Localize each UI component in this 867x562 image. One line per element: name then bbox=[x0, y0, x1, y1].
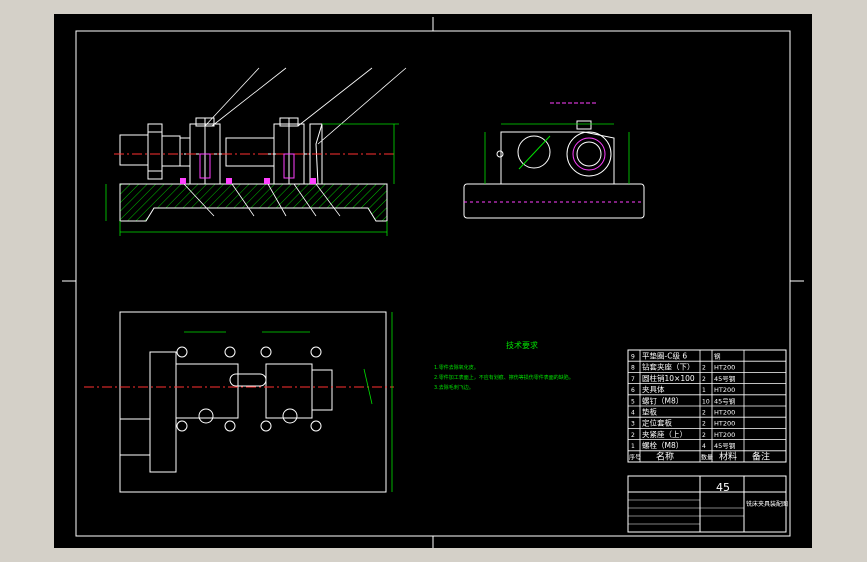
title-block: 45 铣床夹具装配图 bbox=[627, 475, 788, 533]
bom-row-qty: 2 bbox=[702, 376, 706, 383]
bom-row-qty: 2 bbox=[702, 365, 706, 372]
bom-row-material: 45号钢 bbox=[714, 397, 736, 405]
bom-row-name: 螺栓（M8） bbox=[642, 440, 683, 450]
bom-row-qty: 1 bbox=[702, 387, 706, 394]
tech-req-item: 2.零件加工表面上，不应有划痕、擦伤等损伤零件表面的缺陷。 bbox=[434, 374, 574, 381]
top-view bbox=[84, 311, 394, 493]
bom-row-number: 5 bbox=[631, 398, 635, 405]
bom-row-material: HT200 bbox=[714, 409, 735, 417]
bom-row-material: HT200 bbox=[714, 431, 735, 439]
bom-row-name: 钻套夹座（下） bbox=[642, 362, 695, 372]
bill-of-materials: 9 平垫圈-C级 6 钢 8 钻套夹座（下） 2 HT200 7 圆柱销10×100 2 45号钢 6… bbox=[627, 349, 787, 463]
bom-row-qty: 2 bbox=[702, 410, 706, 417]
front-dimensions bbox=[105, 123, 399, 236]
material-label: 45 bbox=[716, 481, 730, 494]
bom-row-qty: 2 bbox=[702, 432, 706, 439]
bom-row-number: 1 bbox=[631, 443, 635, 450]
bom-row-number: 9 bbox=[631, 354, 635, 361]
bom-row-material: HT200 bbox=[714, 420, 735, 428]
side-bore-inner bbox=[572, 137, 606, 171]
bom-row-material: HT200 bbox=[714, 364, 735, 372]
bom-row-material: 45号钢 bbox=[714, 442, 736, 450]
bolt-heads-front bbox=[180, 178, 316, 184]
bom-row-name: 螺钉（M8） bbox=[642, 395, 683, 405]
bom-row-number: 6 bbox=[631, 387, 635, 394]
drawing-border bbox=[75, 30, 791, 537]
bom-row-material: HT200 bbox=[714, 386, 735, 394]
bom-header-name: 名称 bbox=[656, 450, 674, 462]
bom-row-number: 3 bbox=[631, 421, 635, 428]
centering-marks bbox=[62, 17, 804, 548]
bom-row-number: 4 bbox=[631, 410, 635, 417]
bom-row-name: 夹紧座（上） bbox=[642, 429, 687, 439]
tech-req-item: 1.零件去除氧化皮。 bbox=[434, 364, 479, 371]
bom-header-material: 材料 bbox=[719, 450, 737, 462]
bom-row-name: 夹具体 bbox=[642, 384, 665, 394]
flange-top bbox=[149, 351, 177, 473]
bom-header-remark: 备注 bbox=[752, 450, 770, 462]
bom-row-name: 垫板 bbox=[642, 407, 657, 417]
side-view bbox=[463, 102, 645, 219]
side-bore-outer bbox=[566, 131, 612, 177]
bom-row-number: 2 bbox=[631, 432, 635, 439]
side-dimensions bbox=[484, 123, 630, 184]
bom-row-material: 钢 bbox=[714, 353, 721, 361]
keyway-slot bbox=[229, 373, 267, 387]
tech-req-title: 技术要求 bbox=[506, 340, 538, 350]
top-dimensions bbox=[184, 312, 393, 492]
end-block-top bbox=[311, 369, 333, 411]
side-base bbox=[463, 183, 645, 219]
shaft-top bbox=[175, 363, 239, 419]
bom-header-qty: 数量 bbox=[701, 453, 713, 461]
bom-header-no: 序号 bbox=[629, 453, 641, 461]
bom-row-number: 7 bbox=[631, 376, 635, 383]
bom-row-material: 45号钢 bbox=[714, 375, 736, 383]
bom-row-name: 圆柱销10×100 bbox=[642, 373, 695, 383]
assembly-drawing: 技术要求 1.零件去除氧化皮。 2.零件加工表面上，不应有划痕、擦伤等损伤零件表… bbox=[62, 17, 804, 548]
fixture-body-outline bbox=[119, 311, 387, 493]
bom-row-qty: 2 bbox=[702, 421, 706, 428]
bom-row-name: 定位套板 bbox=[642, 418, 672, 428]
drawing-title: 铣床夹具装配图 bbox=[746, 500, 788, 508]
front-view bbox=[105, 67, 407, 236]
bom-row-qty: 4 bbox=[702, 443, 706, 450]
bom-row-qty: 10 bbox=[702, 398, 710, 405]
bom-row-number: 8 bbox=[631, 365, 635, 372]
drawing-canvas: 技术要求 1.零件去除氧化皮。 2.零件加工表面上，不应有划痕、擦伤等损伤零件表… bbox=[54, 14, 812, 548]
motor-top bbox=[119, 418, 151, 456]
shaft-section bbox=[225, 137, 275, 167]
tech-req-item: 3.去除毛刺飞边。 bbox=[434, 384, 474, 391]
bom-row-name: 平垫圈-C级 6 bbox=[642, 351, 687, 361]
technical-requirements: 技术要求 1.零件去除氧化皮。 2.零件加工表面上，不应有划痕、擦伤等损伤零件表… bbox=[434, 340, 574, 391]
motor-cylinder bbox=[119, 134, 149, 166]
